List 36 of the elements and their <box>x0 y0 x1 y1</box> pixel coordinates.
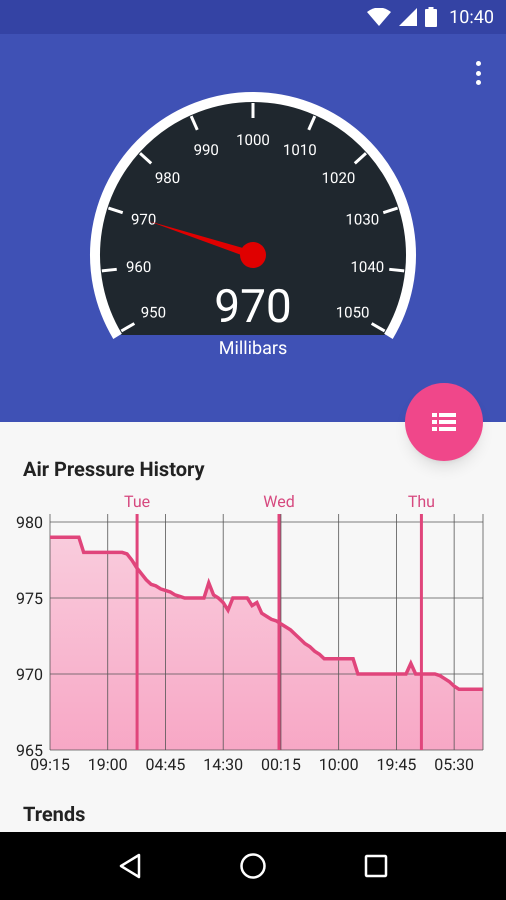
axis-label: 975 <box>16 589 43 608</box>
back-icon[interactable] <box>118 853 142 879</box>
gauge-label: 980 <box>154 169 180 188</box>
day-label: Thu <box>408 492 435 511</box>
axis-label: 04:45 <box>146 755 186 774</box>
axis-label: 00:15 <box>261 755 301 774</box>
axis-label: 970 <box>16 665 43 684</box>
pressure-value: 970 <box>214 280 292 334</box>
axis-label: 19:00 <box>88 755 128 774</box>
battery-icon <box>425 7 438 27</box>
axis-label: 05:30 <box>434 755 474 774</box>
gauge-label: 1020 <box>322 169 356 188</box>
axis-label: 19:45 <box>376 755 416 774</box>
gauge-label: 970 <box>130 210 156 228</box>
home-icon[interactable] <box>238 852 267 880</box>
gauge-label: 1040 <box>350 258 384 276</box>
gauge-label: 1010 <box>282 140 317 159</box>
gauge-label: 950 <box>140 304 166 322</box>
list-icon <box>432 413 456 431</box>
clock-time: 10:40 <box>449 6 494 30</box>
unit-label: Millibars <box>218 338 288 359</box>
section-title: Trends <box>23 802 86 826</box>
section-title: Air Pressure History <box>23 456 205 483</box>
gauge-label: 1050 <box>336 304 370 322</box>
gauge-label: 1030 <box>346 210 380 228</box>
gauge-label: 1000 <box>236 131 270 149</box>
signal-icon <box>399 8 418 26</box>
day-label: Wed <box>263 492 295 511</box>
axis-label: 10:00 <box>318 755 359 774</box>
axis-label: 980 <box>16 513 43 532</box>
day-label: Tue <box>124 492 150 511</box>
wifi-icon <box>367 8 392 26</box>
recents-icon[interactable] <box>364 854 388 878</box>
gauge-label: 990 <box>194 140 219 159</box>
axis-label: 14:30 <box>203 755 244 774</box>
gauge-label: 960 <box>126 258 152 276</box>
